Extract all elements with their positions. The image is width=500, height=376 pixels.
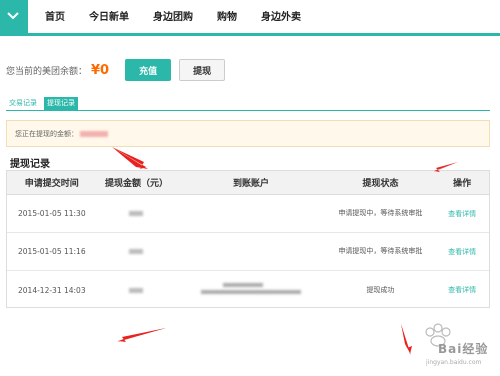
view-details-link[interactable]: 查看详情 <box>435 247 489 257</box>
cell-time: 2015-01-05 11:16 <box>18 247 86 256</box>
balance-value: ¥0 <box>91 62 110 78</box>
nav-nearby-takeout[interactable]: 身边外卖 <box>261 0 301 36</box>
blurred-amount <box>129 287 144 293</box>
view-details-link[interactable]: 查看详情 <box>435 209 489 219</box>
annotation-arrow <box>117 328 166 342</box>
blurred-account <box>200 282 301 296</box>
top-navigation: 首页 今日新单 身边团购 购物 身边外卖 <box>0 0 500 36</box>
table-row: 2015-01-05 11:30 申请提现中，等待系统审批 查看详情 <box>7 195 489 233</box>
watermark-url: jingyan.baidu.com <box>426 359 482 366</box>
withdraw-notice: 您正在提现的金额： <box>6 120 490 147</box>
header-status: 提现状态 <box>362 179 399 189</box>
header-time: 申请提交时间 <box>24 179 79 189</box>
blurred-amount <box>80 130 108 137</box>
view-details-link[interactable]: 查看详情 <box>435 285 489 295</box>
chevron-down-icon <box>7 12 19 20</box>
cell-status: 申请提现中，等待系统审批 <box>338 247 423 255</box>
cell-amount <box>97 286 177 295</box>
watermark-text: Bai经验 <box>438 342 489 356</box>
cell-account <box>176 282 325 298</box>
balance-row: 您当前的美团余额： ¥0 充值 提现 <box>6 58 226 82</box>
logo-dropdown[interactable] <box>0 0 28 36</box>
blurred-amount <box>129 211 144 216</box>
cell-time: 2015-01-05 11:30 <box>18 209 86 218</box>
header-account: 到账账户 <box>232 179 269 189</box>
cell-amount <box>97 209 177 218</box>
cell-status: 申请提现中，等待系统审批 <box>338 209 423 217</box>
blurred-amount <box>129 249 144 254</box>
balance-label: 您当前的美团余额： <box>6 66 88 77</box>
withdraw-button[interactable]: 提现 <box>179 59 226 81</box>
table-header: 申请提交时间 提现金额（元） 到账账户 提现状态 操作 <box>7 171 489 195</box>
nav-home[interactable]: 首页 <box>45 0 65 36</box>
header-amount: 提现金额（元） <box>104 179 168 189</box>
annotation-arrow <box>433 162 458 172</box>
cell-time: 2014-12-31 14:03 <box>18 285 86 295</box>
notice-text: 您正在提现的金额： <box>15 129 78 138</box>
section-title: 提现记录 <box>10 159 50 170</box>
nav-nearby-groupbuy[interactable]: 身边团购 <box>153 0 193 36</box>
record-tabs: 交易记录 提现记录 <box>6 97 490 111</box>
table-row: 2014-12-31 14:03 提现成功 查看详情 <box>7 271 489 309</box>
cell-status: 提现成功 <box>366 285 395 294</box>
cell-amount <box>97 247 177 256</box>
table-row: 2015-01-05 11:16 申请提现中，等待系统审批 查看详情 <box>7 233 489 271</box>
tab-withdraw-records[interactable]: 提现记录 <box>44 97 78 110</box>
charge-button[interactable]: 充值 <box>125 59 172 81</box>
header-action: 操作 <box>453 179 472 189</box>
withdraw-table: 申请提交时间 提现金额（元） 到账账户 提现状态 操作 2015-01-05 1… <box>6 170 490 308</box>
annotation-arrow <box>112 147 148 169</box>
nav-today-deals[interactable]: 今日新单 <box>89 0 129 36</box>
nav-shopping[interactable]: 购物 <box>217 0 237 36</box>
tab-transaction-records[interactable]: 交易记录 <box>6 97 40 110</box>
